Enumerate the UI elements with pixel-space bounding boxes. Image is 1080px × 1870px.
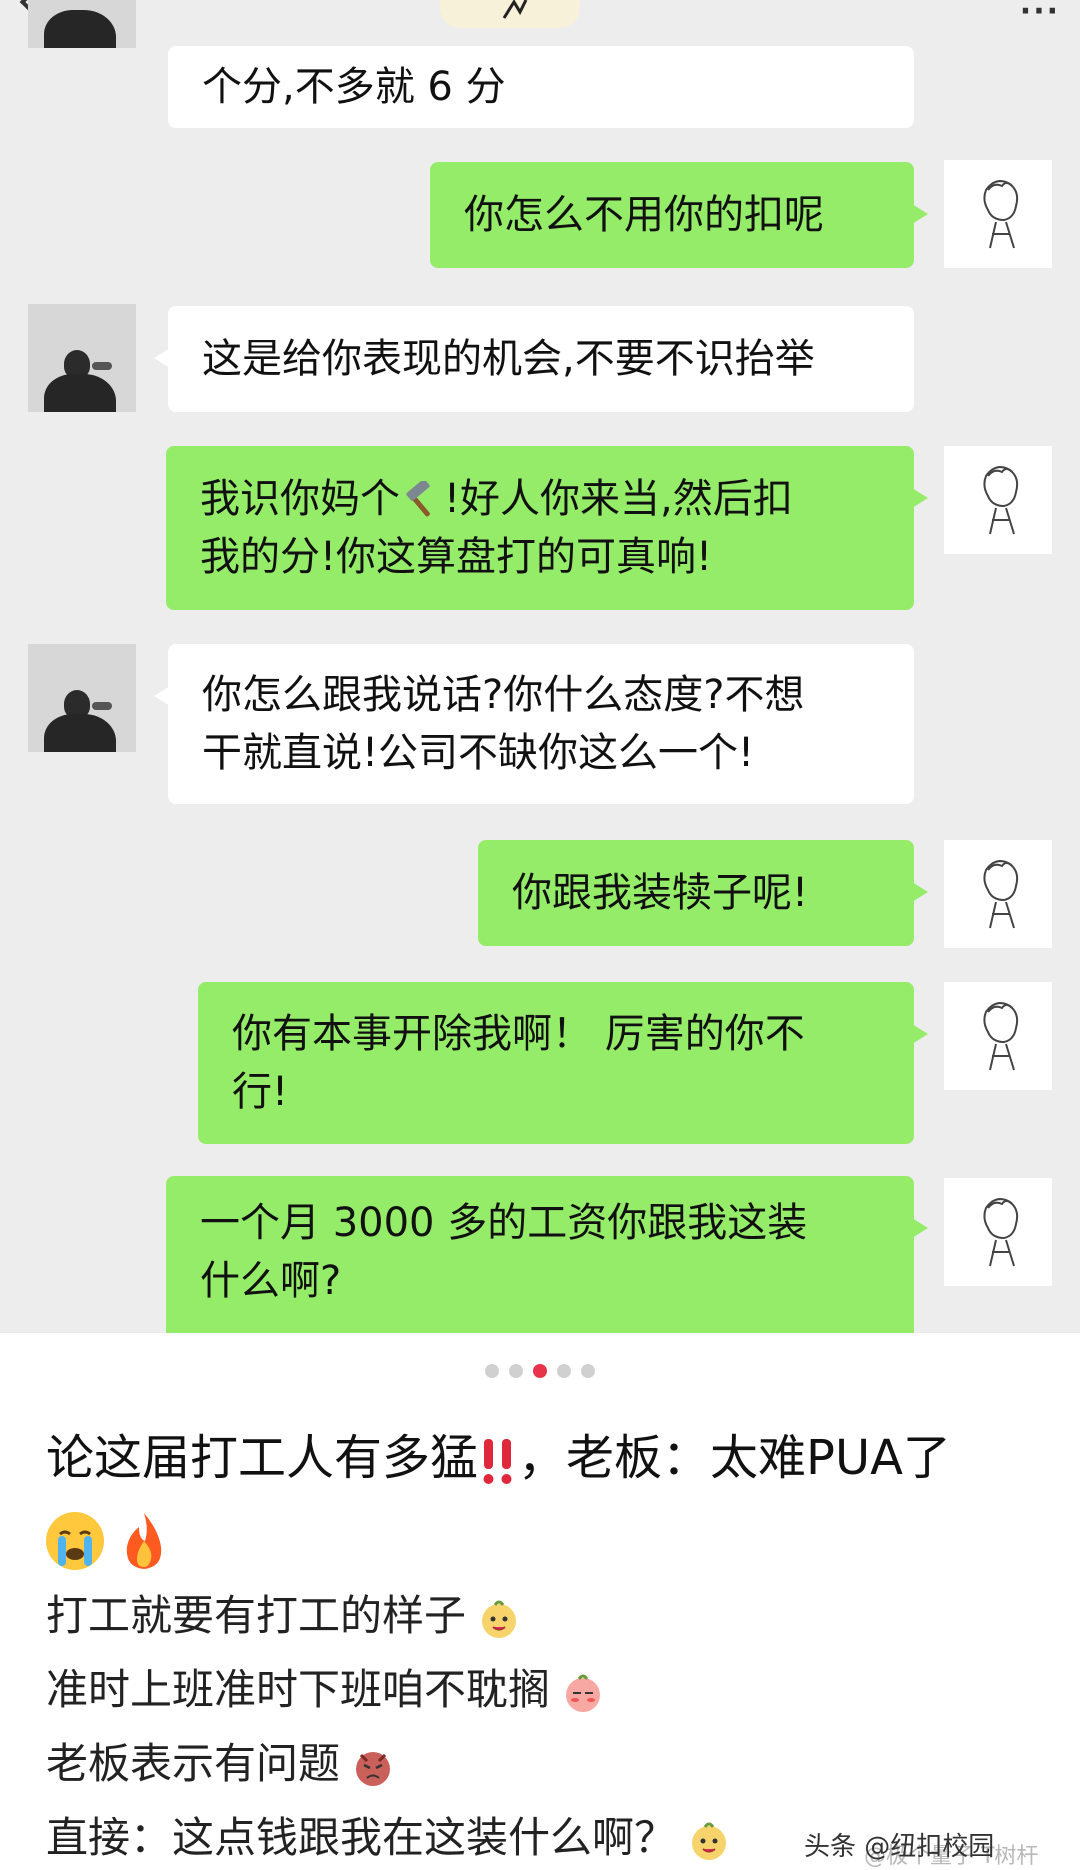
my-avatar[interactable] <box>944 982 1052 1090</box>
post-line: 打工就要有打工的样子 <box>46 1586 519 1646</box>
message-text: 一个月 3000 多的工资你跟我这装 什么啊? <box>200 1200 808 1304</box>
more-options-icon[interactable]: ··· <box>1020 0 1060 29</box>
my-avatar[interactable] <box>944 160 1052 268</box>
post-title: 论这届打工人有多猛 ，老板：太难PUA了 <box>46 1418 1046 1578</box>
message-bubble: 你怎么跟我说话?你什么态度?不想 干就直说!公司不缺你这么一个! <box>154 644 914 804</box>
my-avatar[interactable] <box>944 446 1052 554</box>
message-bubble: 你跟我装犊子呢! <box>478 840 928 946</box>
message-bubble: 你怎么不用你的扣呢 <box>430 162 928 268</box>
top-sticker-icon <box>440 0 580 28</box>
message-text: 个分,不多就 6 分 <box>202 64 506 110</box>
post-line-text: 直接：这点钱跟我在这装什么啊？ <box>46 1813 677 1862</box>
other-avatar[interactable] <box>28 304 136 412</box>
message-bubble: 我识你妈个 !好人你来当,然后扣 我的分!你这算盘打的可真响! <box>166 446 928 610</box>
post-line: 直接：这点钱跟我在这装什么啊？ <box>46 1808 729 1868</box>
double-exclamation-emoji-icon <box>483 1439 512 1484</box>
post-line-text: 打工就要有打工的样子 <box>46 1591 467 1640</box>
message-text: 你跟我装犊子呢! <box>512 870 809 916</box>
carousel-dot[interactable] <box>509 1364 523 1378</box>
message-bubble: 个分,不多就 6 分 <box>168 46 914 128</box>
message-text: 你怎么跟我说话?你什么态度?不想 干就直说!公司不缺你这么一个! <box>202 672 805 776</box>
shy-sticker-emoji-icon <box>566 1674 601 1712</box>
happy-sticker-emoji-icon <box>482 1600 517 1638</box>
post-line: 准时上班准时下班咱不耽搁 <box>46 1660 603 1720</box>
message-bubble: 一个月 3000 多的工资你跟我这装 什么啊? <box>166 1176 928 1333</box>
post-title-text: ，老板：太难PUA了 <box>518 1430 951 1486</box>
carousel-dot[interactable] <box>581 1364 595 1378</box>
message-text: 你怎么不用你的扣呢 <box>464 192 824 238</box>
happy-sticker-emoji-icon <box>692 1822 727 1860</box>
source-watermark: 头条 @纽扣校园 <box>804 1832 995 1862</box>
post-line: 老板表示有问题 <box>46 1734 393 1794</box>
angry-sticker-emoji-icon <box>356 1751 391 1786</box>
crying-face-emoji-icon <box>46 1512 104 1570</box>
post-title-text: 论这届打工人有多猛 <box>46 1430 479 1486</box>
message-text: 我识你妈个 !好人你来当,然后扣 我的分!你这算盘打的可真响! <box>200 470 793 586</box>
other-avatar[interactable] <box>28 0 136 48</box>
fire-emoji-icon <box>127 1513 162 1569</box>
hammer-emoji-icon <box>406 481 430 517</box>
carousel-dot[interactable] <box>485 1364 499 1378</box>
message-bubble: 这是给你表现的机会,不要不识抬举 <box>154 306 914 412</box>
my-avatar[interactable] <box>944 840 1052 948</box>
message-text: 这是给你表现的机会,不要不识抬举 <box>202 336 815 382</box>
carousel-dot-active[interactable] <box>533 1364 547 1378</box>
post-line-text: 老板表示有问题 <box>46 1739 341 1788</box>
message-text-part: 我识你妈个 <box>200 476 400 522</box>
my-avatar[interactable] <box>944 1178 1052 1286</box>
chat-screenshot: ··· 个分,不多就 6 分 你怎么不用你的扣呢 这是给你表现的机会,不要不识抬… <box>0 0 1080 1333</box>
carousel-indicator[interactable] <box>0 1364 1080 1380</box>
other-avatar[interactable] <box>28 644 136 752</box>
message-text: 你有本事开除我啊！ 厉害的你不 行! <box>232 1011 805 1115</box>
post-line-text: 准时上班准时下班咱不耽搁 <box>46 1665 551 1714</box>
carousel-dot[interactable] <box>557 1364 571 1378</box>
message-bubble: 你有本事开除我啊！ 厉害的你不 行! <box>198 982 928 1144</box>
